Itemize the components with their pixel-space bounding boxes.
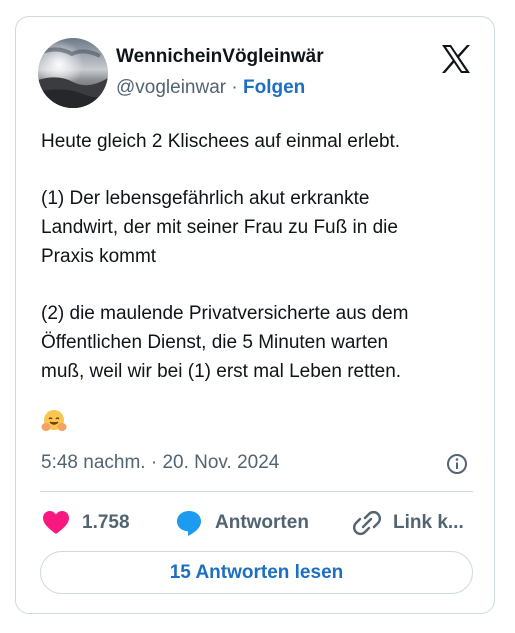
read-replies-button[interactable]: 15 Antworten lesen bbox=[40, 551, 473, 594]
like-button[interactable]: 1.758 bbox=[42, 508, 130, 538]
like-count: 1.758 bbox=[82, 512, 130, 533]
tweet-line: Landwirt, der mit seiner Frau zu Fuß in … bbox=[41, 217, 398, 238]
heart-icon bbox=[43, 511, 69, 534]
link-icon bbox=[353, 510, 381, 536]
x-logo-icon[interactable] bbox=[440, 44, 472, 74]
divider bbox=[40, 491, 473, 492]
tweet-line: (2) die maulende Privatversicherte aus d… bbox=[41, 303, 409, 324]
speech-bubble-icon bbox=[177, 511, 201, 536]
tweet-line: muß, weil wir bei (1) erst mal Leben ret… bbox=[41, 361, 402, 382]
separator-dot: · bbox=[231, 77, 238, 98]
hugging-face-emoji bbox=[41, 409, 67, 433]
tweet-card: WennicheinVögleinwär @vogleinwar · Folge… bbox=[15, 16, 495, 614]
reply-label: Antworten bbox=[215, 512, 309, 533]
author-handle-row: @vogleinwar · Folgen bbox=[116, 77, 305, 99]
copy-link-button[interactable]: Link k... bbox=[353, 508, 464, 538]
avatar-image bbox=[38, 38, 108, 108]
author-handle[interactable]: @vogleinwar bbox=[116, 77, 226, 98]
tweet-line: (1) Der lebensgefährlich akut erkrankte bbox=[41, 188, 370, 209]
copy-link-label: Link k... bbox=[393, 512, 464, 533]
follow-button[interactable]: Folgen bbox=[243, 77, 305, 98]
tweet-line: Praxis kommt bbox=[41, 246, 157, 267]
tweet-text: Heute gleich 2 Klischees auf einmal erle… bbox=[41, 127, 481, 386]
author-name[interactable]: WennicheinVögleinwär bbox=[116, 46, 324, 68]
reply-button[interactable]: Antworten bbox=[175, 508, 309, 538]
timestamp[interactable]: 5:48 nachm. · 20. Nov. 2024 bbox=[41, 452, 279, 474]
avatar[interactable] bbox=[38, 38, 108, 108]
tweet-line: Heute gleich 2 Klischees auf einmal erle… bbox=[41, 131, 401, 152]
info-icon[interactable] bbox=[446, 453, 468, 475]
tweet-line: Öffentlichen Dienst, die 5 Minuten warte… bbox=[41, 332, 389, 353]
